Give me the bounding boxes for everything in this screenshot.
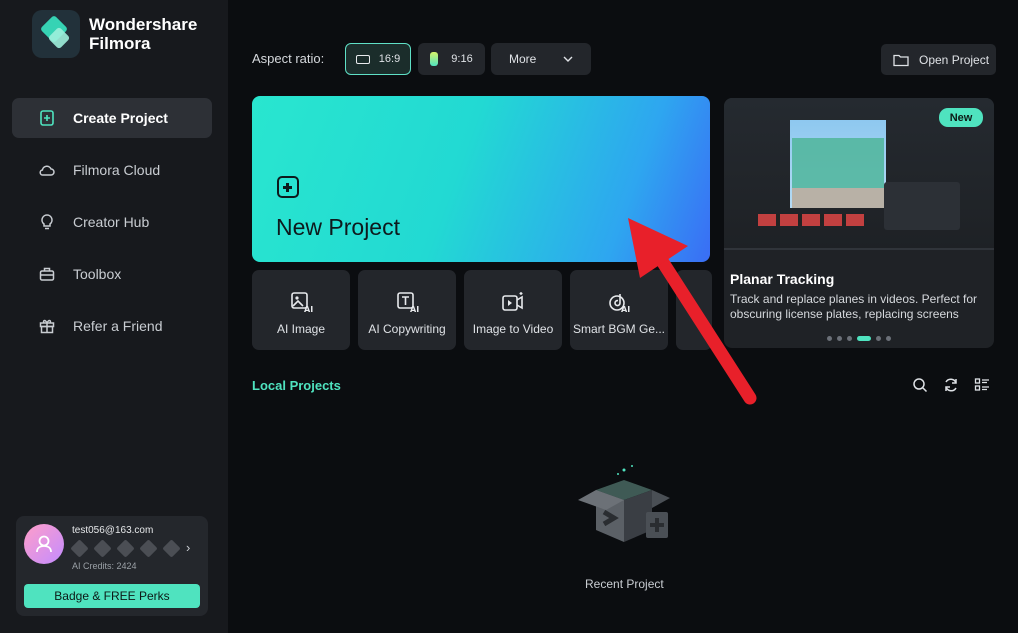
carousel-dot[interactable] (886, 336, 891, 341)
image-to-video-icon (502, 292, 523, 311)
badge-perks-button[interactable]: Badge & FREE Perks (24, 584, 200, 608)
smart-bgm-icon: AI (609, 294, 630, 314)
carousel-dots (827, 336, 896, 341)
app-name: Wondershare Filmora (89, 15, 198, 53)
landscape-icon (355, 54, 370, 64)
carousel-dot[interactable] (876, 336, 881, 341)
aspect-ratio-label: Aspect ratio: (252, 51, 325, 66)
sidebar-item-toolbox[interactable]: Toolbox (12, 254, 212, 294)
sidebar-item-refer-a-friend[interactable]: Refer a Friend (12, 306, 212, 346)
svg-text:AI: AI (410, 305, 419, 314)
tool-ai-copywriting[interactable]: AI AI Copywriting (358, 270, 456, 350)
chevron-right-icon[interactable]: › (186, 540, 190, 555)
account-email: test056@163.com (72, 525, 154, 536)
badge-icon (70, 539, 89, 558)
account-panel: test056@163.com › AI Credits: 2424 Badge… (16, 516, 208, 616)
tool-smart-bgm[interactable]: AI Smart BGM Ge... (570, 270, 668, 350)
local-projects-title: Local Projects (252, 378, 341, 393)
toolbox-icon (38, 265, 56, 283)
folder-icon (893, 54, 909, 66)
app-logo: Wondershare Filmora (32, 10, 197, 58)
cloud-icon (38, 161, 56, 179)
local-projects-actions (911, 376, 1004, 394)
tool-image-to-video[interactable]: Image to Video (464, 270, 562, 350)
empty-project-box-icon (578, 465, 670, 542)
refresh-icon[interactable] (942, 376, 960, 394)
user-icon (36, 535, 52, 553)
aspect-more-dropdown[interactable]: More (491, 43, 591, 75)
tool-ai-image[interactable]: AI AI Image (252, 270, 350, 350)
carousel-dot-active[interactable] (857, 336, 871, 341)
badge-icon (93, 539, 112, 558)
sidebar-item-label: Create Project (73, 110, 168, 126)
avatar[interactable] (24, 524, 64, 564)
feature-description: Track and replace planes in videos. Perf… (730, 292, 978, 321)
portrait-icon (430, 52, 439, 66)
sidebar-item-create-project[interactable]: Create Project (12, 98, 212, 138)
aspect-9-16-button[interactable]: 9:16 (418, 43, 485, 75)
badge-icon (116, 539, 135, 558)
sidebar-item-filmora-cloud[interactable]: Filmora Cloud (12, 150, 212, 190)
carousel-dot[interactable] (847, 336, 852, 341)
search-icon[interactable] (911, 376, 929, 394)
ai-copywriting-icon: AI (397, 292, 419, 314)
badge-icon (162, 539, 181, 558)
plus-square-icon (277, 176, 299, 198)
badge-icon (139, 539, 158, 558)
chevron-down-icon (563, 56, 573, 62)
tool-more-partial[interactable] (676, 270, 712, 350)
new-project-label: New Project (276, 214, 400, 240)
feature-carousel[interactable]: New Planar Tracking Track and replace pl… (724, 98, 994, 348)
sidebar-nav: Create Project Filmora Cloud Creator Hub… (12, 98, 212, 358)
carousel-dot[interactable] (837, 336, 842, 341)
recent-project-label: Recent Project (585, 577, 664, 591)
ai-credits: AI Credits: 2424 (72, 561, 137, 571)
list-view-icon[interactable] (973, 376, 991, 394)
open-project-button[interactable]: Open Project (881, 44, 996, 75)
new-badge: New (939, 108, 983, 127)
ai-image-icon: AI (291, 292, 313, 314)
new-project-card[interactable]: New Project (252, 96, 710, 262)
sidebar-item-label: Toolbox (73, 266, 122, 282)
sidebar: Wondershare Filmora Create Project Filmo… (0, 0, 228, 633)
lightbulb-icon (38, 213, 56, 231)
gift-icon (38, 317, 56, 335)
filmora-logo-icon (32, 10, 80, 58)
sidebar-item-label: Creator Hub (73, 214, 150, 230)
svg-text:AI: AI (621, 305, 630, 314)
sidebar-item-label: Refer a Friend (73, 318, 163, 334)
svg-text:AI: AI (304, 305, 313, 314)
badge-list[interactable] (70, 539, 188, 558)
feature-title: Planar Tracking (730, 271, 835, 287)
create-project-icon (38, 109, 56, 127)
sidebar-item-label: Filmora Cloud (73, 162, 161, 178)
sidebar-item-creator-hub[interactable]: Creator Hub (12, 202, 212, 242)
carousel-dot[interactable] (827, 336, 832, 341)
aspect-16-9-button[interactable]: 16:9 (345, 43, 411, 75)
